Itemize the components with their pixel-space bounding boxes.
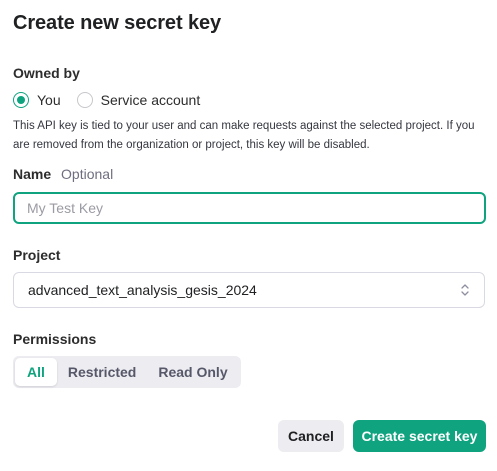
project-label: Project <box>13 247 61 263</box>
permissions-segmented-control: All Restricted Read Only <box>13 356 241 388</box>
radio-checked-icon[interactable] <box>13 92 29 108</box>
project-select-value: advanced_text_analysis_gesis_2024 <box>28 282 257 298</box>
owned-by-label: Owned by <box>13 65 80 81</box>
radio-option-service-account[interactable]: Service account <box>76 92 201 108</box>
name-label: Name <box>13 166 52 182</box>
project-select[interactable]: advanced_text_analysis_gesis_2024 <box>13 272 485 308</box>
chevron-up-down-icon <box>461 284 469 296</box>
radio-label-you: You <box>37 92 61 108</box>
cancel-button[interactable]: Cancel <box>278 420 344 452</box>
dialog-title: Create new secret key <box>13 12 222 34</box>
radio-unchecked-icon[interactable] <box>76 92 93 108</box>
name-optional-hint: Optional <box>61 166 114 182</box>
name-label-row: Name Optional <box>13 166 113 182</box>
owned-by-radio-group: You Service account <box>13 90 200 110</box>
permission-option-restricted[interactable]: Restricted <box>57 358 147 386</box>
permissions-label: Permissions <box>13 331 97 347</box>
radio-option-you[interactable]: You <box>13 92 61 108</box>
create-secret-key-button[interactable]: Create secret key <box>353 420 486 452</box>
radio-label-service-account: Service account <box>100 92 201 108</box>
permission-option-all[interactable]: All <box>15 358 57 386</box>
permission-option-read-only[interactable]: Read Only <box>147 358 238 386</box>
name-input[interactable] <box>13 192 486 224</box>
create-secret-key-dialog: Create new secret key Owned by You Servi… <box>0 0 497 471</box>
owned-by-help-text: This API key is tied to your user and ca… <box>13 120 475 151</box>
